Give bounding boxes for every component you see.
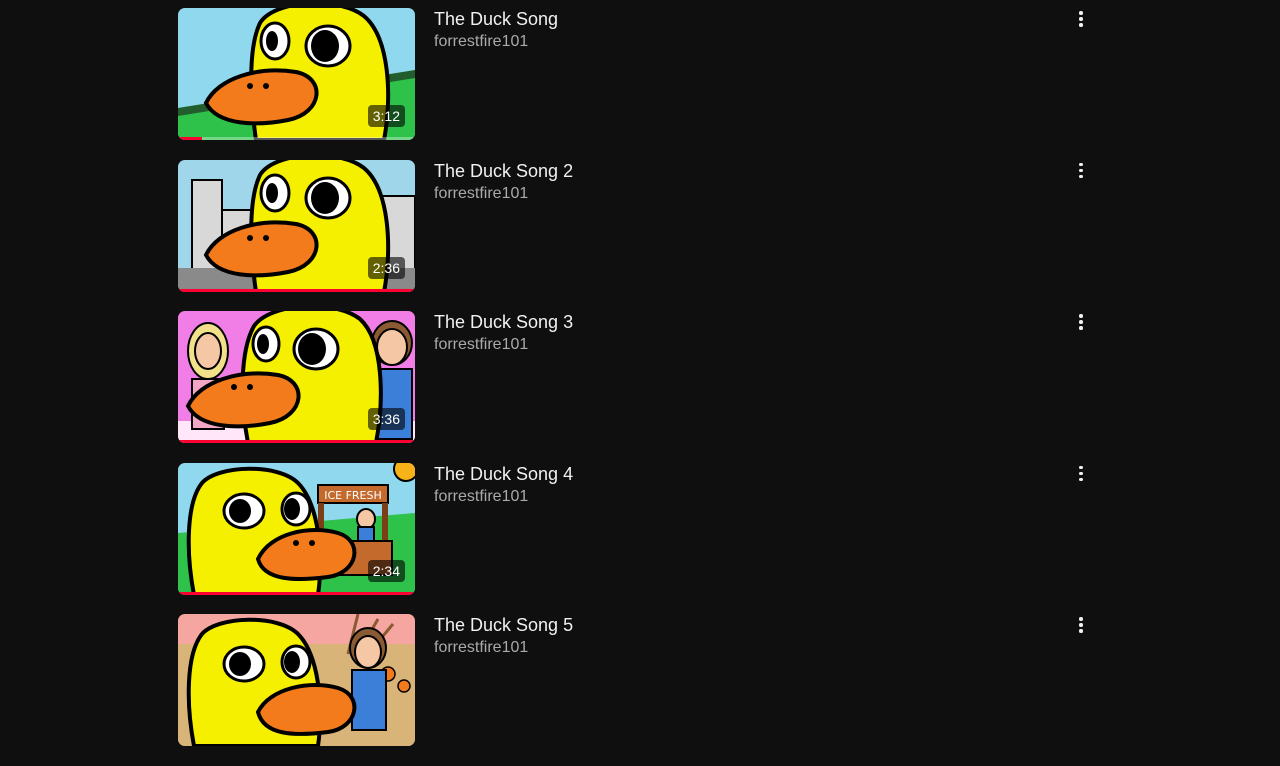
video-meta: The Duck Song 5 forrestfire101: [434, 614, 573, 658]
channel-name[interactable]: forrestfire101: [434, 487, 573, 507]
video-title[interactable]: The Duck Song 4: [434, 463, 573, 485]
video-item[interactable]: 3:36 The Duck Song 3 forrestfire101: [178, 311, 1098, 463]
channel-name[interactable]: forrestfire101: [434, 32, 558, 52]
video-thumbnail[interactable]: 3:36: [178, 311, 415, 443]
stand-sign-text: ICE FRESH: [324, 489, 382, 502]
watch-progress-bar: [178, 440, 415, 443]
watch-progress-bar: [178, 288, 415, 292]
duration-badge: 3:12: [367, 105, 405, 127]
video-thumbnail[interactable]: 2:36: [178, 159, 415, 292]
duration-badge: 2:36: [367, 256, 405, 279]
channel-name[interactable]: forrestfire101: [434, 184, 573, 204]
more-vert-icon[interactable]: [1071, 160, 1091, 182]
watch-progress-bar: [178, 591, 415, 595]
video-meta: The Duck Song 2 forrestfire101: [434, 160, 573, 204]
channel-name[interactable]: forrestfire101: [434, 335, 573, 355]
watch-progress-bar: [178, 137, 202, 140]
video-title[interactable]: The Duck Song 3: [434, 311, 573, 333]
progress-track: [178, 137, 415, 140]
video-thumbnail[interactable]: 3:12: [178, 8, 415, 140]
video-title[interactable]: The Duck Song: [434, 8, 558, 30]
video-title[interactable]: The Duck Song 2: [434, 160, 573, 182]
video-title[interactable]: The Duck Song 5: [434, 614, 573, 636]
video-meta: The Duck Song forrestfire101: [434, 8, 558, 52]
video-item[interactable]: ICE FRESH 2:34 The Duck Song 4 forrestfi…: [178, 462, 1098, 615]
duck-autumn-thumbnail-icon: [178, 614, 415, 746]
video-meta: The Duck Song 4 forrestfire101: [434, 463, 573, 507]
video-item[interactable]: 2:36 The Duck Song 2 forrestfire101: [178, 159, 1098, 312]
more-vert-icon[interactable]: [1071, 311, 1091, 333]
more-vert-icon[interactable]: [1071, 463, 1091, 485]
video-item[interactable]: 3:12 The Duck Song forrestfire101: [178, 8, 1098, 160]
more-vert-icon[interactable]: [1071, 8, 1091, 30]
video-thumbnail[interactable]: [178, 614, 415, 746]
duration-badge: 2:34: [367, 559, 405, 582]
more-vert-icon[interactable]: [1071, 614, 1091, 636]
video-list: 3:12 The Duck Song forrestfire101 2:36 T…: [178, 8, 1098, 766]
video-meta: The Duck Song 3 forrestfire101: [434, 311, 573, 355]
duration-badge: 3:36: [367, 408, 405, 430]
video-item[interactable]: The Duck Song 5 forrestfire101: [178, 614, 1098, 766]
channel-name[interactable]: forrestfire101: [434, 638, 573, 658]
video-thumbnail[interactable]: ICE FRESH 2:34: [178, 462, 415, 595]
